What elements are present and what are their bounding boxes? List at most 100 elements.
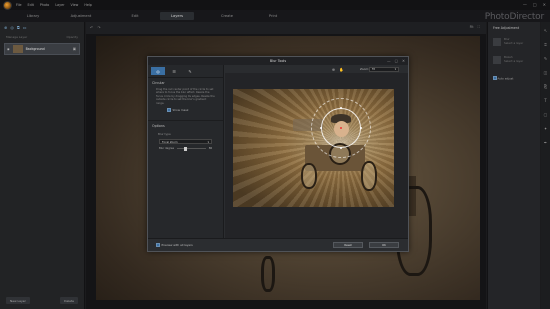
eraser-tool-icon[interactable]: ◫	[544, 70, 548, 75]
blur-degree-label: Blur degree	[159, 147, 175, 151]
blur-type-value: Focal Zoom	[162, 139, 178, 144]
menu-help[interactable]: Help	[84, 3, 92, 7]
select-tool-icon[interactable]: ↖	[544, 28, 547, 33]
redo-icon[interactable]: ↷	[97, 25, 100, 30]
layer-row[interactable]: ◉ Background ▣	[4, 43, 80, 55]
tab-layers[interactable]: Layers	[160, 12, 194, 20]
slider-thumb[interactable]	[184, 146, 188, 151]
bokeh-thumb-icon	[493, 56, 501, 64]
zoom-in-icon[interactable]: ⊕	[332, 67, 335, 72]
reset-button[interactable]: Reset	[333, 242, 363, 248]
tab-edit[interactable]: Edit	[120, 12, 150, 20]
shape-tool-icon[interactable]: ▢	[544, 112, 548, 117]
center-point-handle[interactable]	[339, 126, 342, 129]
ok-button[interactable]: OK	[369, 242, 399, 248]
options-title: Options	[148, 120, 223, 130]
preview-checkbox[interactable]	[156, 243, 160, 247]
auto-adjust-label: Auto adjust	[497, 76, 514, 81]
linear-blur-icon[interactable]: ☰	[167, 67, 181, 75]
tab-create[interactable]: Create	[212, 12, 242, 20]
clone-tool-icon[interactable]: ⎘	[544, 84, 547, 89]
checkbox-icon[interactable]	[167, 108, 171, 112]
tab-adjustment[interactable]: Adjustment	[62, 12, 100, 20]
section-title: Circular	[152, 81, 165, 85]
tool-card[interactable]: Blur Select a layer	[493, 37, 535, 52]
tab-library[interactable]: Library	[14, 12, 52, 20]
delete-layer-button[interactable]: Delete	[60, 297, 78, 304]
tool-card[interactable]: Bokeh Select a layer	[493, 55, 535, 70]
show-mask-checkbox[interactable]: Show mask	[148, 106, 223, 114]
lock-icon[interactable]: ▣	[73, 47, 76, 51]
pan-hand-icon[interactable]: ✋	[339, 67, 344, 72]
eye-icon[interactable]: ◉	[7, 47, 10, 51]
card-subtitle: Select a layer	[504, 58, 524, 63]
preview-panel: ⊕ ✋ Zoom: Fit ▾	[225, 65, 408, 239]
brush-blur-icon[interactable]: ✎	[183, 67, 197, 75]
blur-type-dropdown[interactable]: Focal Zoom ▾	[159, 139, 212, 145]
auto-adjust-checkbox[interactable]: Auto adjust	[493, 76, 535, 81]
dialog-minimize-icon[interactable]: —	[387, 59, 391, 63]
merge-icon[interactable]: ⧉	[17, 25, 20, 30]
crop-tool-icon[interactable]: ⌗	[544, 42, 546, 47]
zoom-dropdown[interactable]: Fit ▾	[369, 66, 399, 72]
mask-icon[interactable]: ◎	[10, 25, 14, 30]
menu-photo[interactable]: Photo	[40, 3, 49, 7]
blur-degree-value[interactable]: 30	[209, 147, 212, 150]
app-logo	[3, 0, 12, 10]
side-wheel	[361, 161, 377, 191]
dialog-title: Blur Tools	[269, 59, 287, 63]
right-toolstrip: ↖ ⌗ ✎ ◫ ⎘ T ▢ ✦ ✒	[541, 22, 550, 309]
blur-preview-image[interactable]	[233, 89, 394, 207]
resize-handle-top[interactable]	[339, 106, 342, 109]
preview-label: Preview with all layers	[161, 243, 193, 247]
circular-blur-icon[interactable]: ◎	[151, 67, 165, 75]
undo-icon[interactable]: ↶	[90, 25, 93, 30]
layer-thumbnail	[12, 45, 23, 53]
minimize-button[interactable]: —	[523, 2, 527, 7]
pen-tool-icon[interactable]: ✒	[544, 140, 547, 145]
blur-degree-slider[interactable]	[177, 146, 206, 151]
show-mask-label: Show mask	[172, 108, 189, 113]
maximize-button[interactable]: □	[533, 2, 537, 7]
menu-file[interactable]: File	[16, 3, 22, 7]
blur-mode-tabs: ◎ ☰ ✎	[148, 65, 223, 78]
menu-edit[interactable]: Edit	[28, 3, 34, 7]
chevron-down-icon: ▾	[207, 139, 209, 144]
opacity-label: Opacity	[66, 35, 78, 39]
resize-handle-left[interactable]	[319, 126, 322, 129]
menu-layer[interactable]: Layer	[55, 3, 64, 7]
dialog-close-icon[interactable]: ✕	[402, 59, 405, 63]
brand-logo: PhotoDirector	[484, 12, 544, 22]
canvas-zoom-value[interactable]: Fit	[470, 25, 474, 29]
instructions-text: Drag the red center point of the circle …	[156, 88, 215, 105]
text-tool-icon[interactable]: T	[544, 98, 546, 103]
layer-tools: ⊕ ◎ ⧉ ▭	[0, 22, 84, 33]
dialog-titlebar: Blur Tools — ▢ ✕	[148, 57, 408, 65]
checkbox-icon[interactable]	[493, 76, 497, 80]
resize-handle-right[interactable]	[359, 126, 362, 129]
manage-layer-label: Manage Layer	[6, 35, 28, 39]
resize-handle-bottom[interactable]	[339, 146, 342, 149]
preview-toolbar: ⊕ ✋ Zoom: Fit ▾	[225, 65, 408, 73]
new-layer-button[interactable]: New Layer	[6, 297, 30, 304]
window-controls: — □ ✕	[523, 2, 546, 7]
blur-thumb-icon	[493, 38, 501, 46]
add-layer-icon[interactable]: ⊕	[4, 25, 7, 30]
panel-title: Free Adjustment	[493, 26, 520, 30]
blur-settings-panel: ◎ ☰ ✎ Circular Drag the red center point…	[148, 65, 224, 239]
canvas-toolbar: ↶ ↷ Fit ⛶	[86, 22, 486, 34]
blur-type-label: Blur type	[158, 132, 171, 137]
fullscreen-icon[interactable]: ⛶	[478, 25, 480, 29]
brush-tool-icon[interactable]: ✎	[544, 56, 547, 61]
chevron-down-icon: ▾	[394, 67, 396, 71]
close-button[interactable]: ✕	[543, 2, 546, 7]
dialog-restore-icon[interactable]: ▢	[395, 59, 398, 63]
tab-print[interactable]: Print	[258, 12, 288, 20]
layer-header: Manage Layer Opacity	[0, 33, 84, 41]
blur-tools-dialog: Blur Tools — ▢ ✕ ◎ ☰ ✎ Circular Drag the…	[147, 56, 409, 252]
layers-panel: ⊕ ◎ ⧉ ▭ Manage Layer Opacity ◉ Backgroun…	[0, 22, 85, 309]
folder-icon[interactable]: ▭	[23, 25, 27, 30]
menu-view[interactable]: View	[71, 3, 79, 7]
front-wheel	[301, 163, 317, 189]
fx-tool-icon[interactable]: ✦	[544, 126, 547, 131]
